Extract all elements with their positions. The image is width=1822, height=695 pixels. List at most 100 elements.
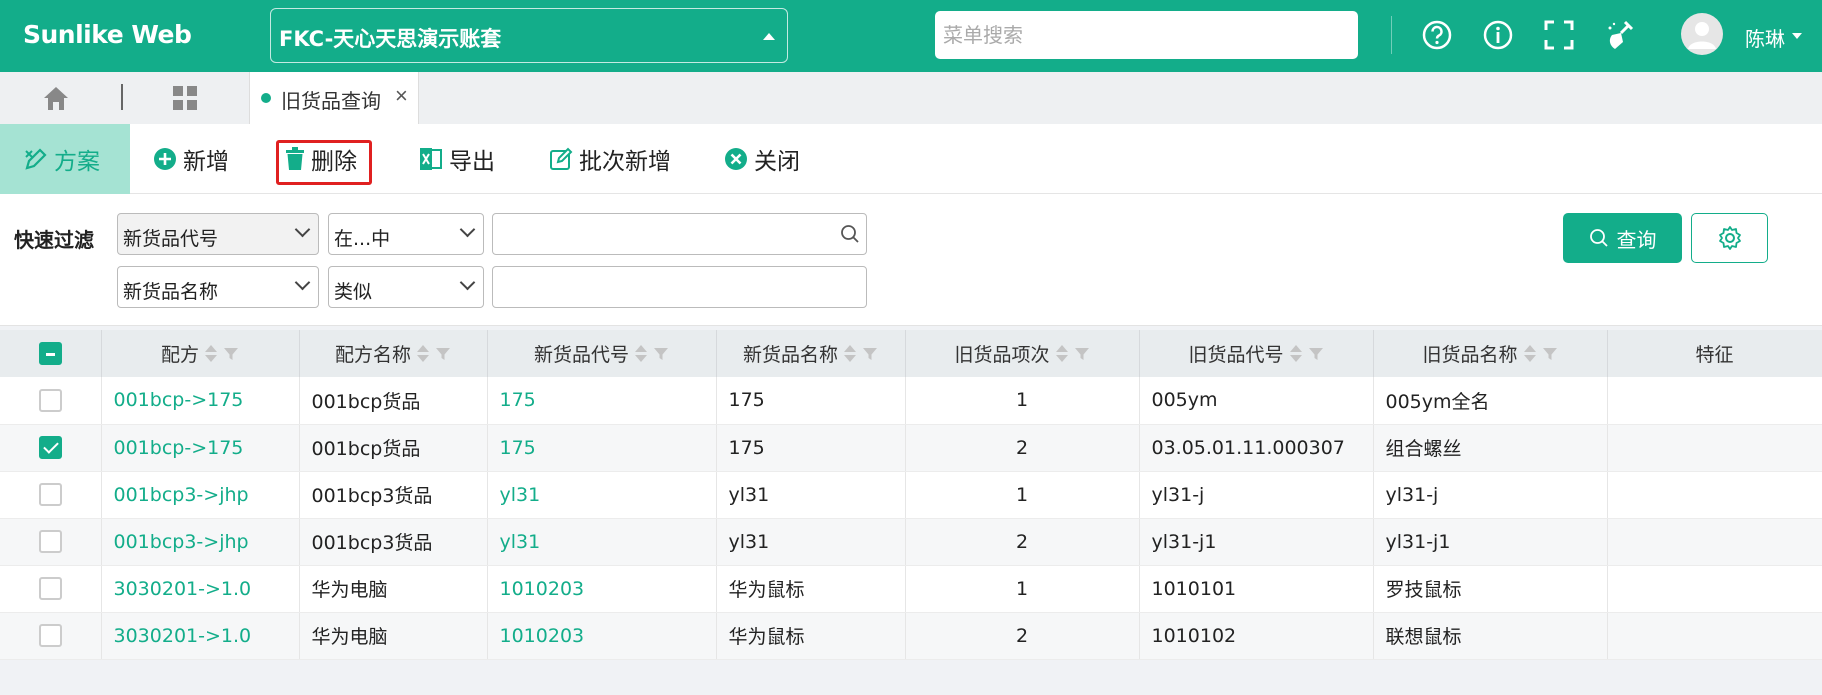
column-header[interactable]: 新货品代号: [487, 330, 717, 377]
table-row[interactable]: 001bcp->175 001bcp货品 175 175 2 03.05.01.11.00…: [0, 424, 1822, 472]
filter-icon[interactable]: [1074, 346, 1090, 362]
row-select-cell[interactable]: [0, 471, 102, 519]
formula-link[interactable]: 3030201->1.0: [101, 612, 300, 660]
excel-icon: [420, 148, 442, 170]
column-header[interactable]: 旧货品代号: [1139, 330, 1374, 377]
filter-op-select-2[interactable]: 类似: [328, 266, 484, 308]
grid-icon[interactable]: [172, 85, 198, 111]
formula-link[interactable]: 001bcp3->jhp: [101, 471, 300, 519]
row-select-cell[interactable]: [0, 565, 102, 613]
info-icon[interactable]: [1481, 18, 1515, 52]
table-row[interactable]: 3030201->1.0 华为电脑 1010203 华为鼠标 1 1010101 罗技鼠标: [0, 565, 1822, 613]
avatar[interactable]: [1681, 13, 1723, 55]
add-button[interactable]: 新增: [153, 124, 229, 194]
filter-field-select-1[interactable]: 新货品代号: [117, 213, 319, 255]
table-cell: yl31: [716, 518, 906, 566]
table-row[interactable]: 001bcp3->jhp 001bcp3货品 yl31 yl31 2 yl31-j1 yl3…: [0, 518, 1822, 566]
row-checkbox[interactable]: [38, 577, 62, 600]
new-goods-code-link[interactable]: yl31: [487, 471, 717, 519]
table-cell: 175: [716, 424, 906, 472]
filter-icon[interactable]: [223, 346, 239, 362]
row-select-cell[interactable]: [0, 518, 102, 566]
column-header[interactable]: 配方名称: [299, 330, 488, 377]
row-checkbox[interactable]: [38, 436, 62, 459]
filter-icon[interactable]: [653, 346, 669, 362]
table-cell: 1010102: [1139, 612, 1374, 660]
query-button[interactable]: 查询: [1563, 213, 1682, 263]
table-row[interactable]: 001bcp->175 001bcp货品 175 175 1 005ym 005ym全名: [0, 377, 1822, 425]
filter-icon[interactable]: [1542, 346, 1558, 362]
table-cell: 罗技鼠标: [1373, 565, 1608, 613]
broom-icon[interactable]: [1604, 18, 1638, 52]
sort-icon[interactable]: [635, 343, 647, 365]
caret-down-icon[interactable]: [1792, 33, 1802, 39]
new-goods-code-link[interactable]: 175: [487, 377, 717, 425]
export-button[interactable]: 导出: [419, 124, 495, 194]
fullscreen-icon[interactable]: [1542, 18, 1576, 52]
column-header[interactable]: 旧货品名称: [1373, 330, 1608, 377]
account-selector[interactable]: FKC-天心天思演示账套: [270, 8, 788, 63]
delete-button[interactable]: 删除: [285, 124, 357, 194]
filter-field-value: 新货品代号: [123, 228, 219, 250]
column-header[interactable]: 新货品名称: [716, 330, 906, 377]
select-all-cell[interactable]: [0, 330, 102, 377]
table-cell: 1010101: [1139, 565, 1374, 613]
table-cell: 2: [905, 424, 1140, 472]
row-select-cell[interactable]: [0, 377, 102, 425]
add-label: 新增: [183, 149, 229, 175]
filter-icon[interactable]: [862, 346, 878, 362]
table-cell: 组合螺丝: [1373, 424, 1608, 472]
batch-add-button[interactable]: 批次新增: [549, 124, 671, 194]
table-cell: 2: [905, 518, 1140, 566]
column-label: 旧货品代号: [1188, 344, 1284, 366]
filter-icon[interactable]: [1308, 346, 1324, 362]
new-goods-code-link[interactable]: 175: [487, 424, 717, 472]
filter-value-input-1[interactable]: [492, 213, 867, 255]
table-row[interactable]: 001bcp3->jhp 001bcp3货品 yl31 yl31 1 yl31-j yl31…: [0, 471, 1822, 519]
sort-icon[interactable]: [1523, 343, 1536, 365]
user-name[interactable]: 陈琳: [1745, 23, 1785, 52]
formula-link[interactable]: 3030201->1.0: [101, 565, 300, 613]
tab-old-goods-query[interactable]: 旧货品查询 ×: [249, 72, 419, 124]
row-checkbox[interactable]: [38, 388, 62, 412]
row-select-cell[interactable]: [0, 612, 102, 660]
column-header[interactable]: 旧货品项次: [905, 330, 1140, 377]
filter-op-select-1[interactable]: 在...中: [328, 213, 484, 255]
column-header[interactable]: 配方: [101, 330, 300, 377]
home-icon[interactable]: [42, 84, 70, 112]
sort-icon[interactable]: [844, 343, 856, 365]
sort-icon[interactable]: [417, 343, 429, 365]
row-checkbox[interactable]: [38, 483, 62, 506]
toolbar: 方案 新增 删除 导出 批次新增 关闭: [0, 124, 1822, 194]
help-icon[interactable]: [1420, 18, 1454, 52]
filter-field-select-2[interactable]: 新货品名称: [117, 266, 319, 308]
row-checkbox[interactable]: [38, 624, 62, 647]
table-body: 001bcp->175 001bcp货品 175 175 1 005ym 005ym全名 00…: [0, 377, 1822, 660]
row-select-cell[interactable]: [0, 424, 102, 472]
sort-icon[interactable]: [205, 343, 217, 365]
edit-icon: [550, 147, 573, 170]
table-cell: 1: [905, 377, 1140, 425]
filter-value-input-2[interactable]: [492, 266, 867, 308]
sort-icon[interactable]: [1289, 343, 1302, 365]
formula-link[interactable]: 001bcp->175: [101, 424, 300, 472]
table-row[interactable]: 3030201->1.0 华为电脑 1010203 华为鼠标 2 1010102 联想鼠标: [0, 612, 1822, 660]
settings-button[interactable]: [1691, 213, 1768, 263]
column-label: 特征: [1695, 344, 1734, 366]
close-button[interactable]: 关闭: [724, 124, 800, 194]
new-goods-code-link[interactable]: 1010203: [487, 612, 717, 660]
batch-add-label: 批次新增: [579, 149, 671, 175]
close-tab-icon[interactable]: ×: [395, 83, 408, 109]
sort-icon[interactable]: [1055, 343, 1068, 365]
search-icon[interactable]: [840, 224, 860, 244]
row-checkbox[interactable]: [38, 530, 62, 553]
formula-link[interactable]: 001bcp3->jhp: [101, 518, 300, 566]
column-header[interactable]: 特征: [1607, 330, 1822, 377]
new-goods-code-link[interactable]: yl31: [487, 518, 717, 566]
menu-search-input[interactable]: [935, 11, 1358, 59]
new-goods-code-link[interactable]: 1010203: [487, 565, 717, 613]
plan-button[interactable]: 方案: [0, 124, 130, 194]
filter-icon[interactable]: [435, 346, 451, 362]
select-all-checkbox[interactable]: [38, 342, 62, 365]
formula-link[interactable]: 001bcp->175: [101, 377, 300, 425]
